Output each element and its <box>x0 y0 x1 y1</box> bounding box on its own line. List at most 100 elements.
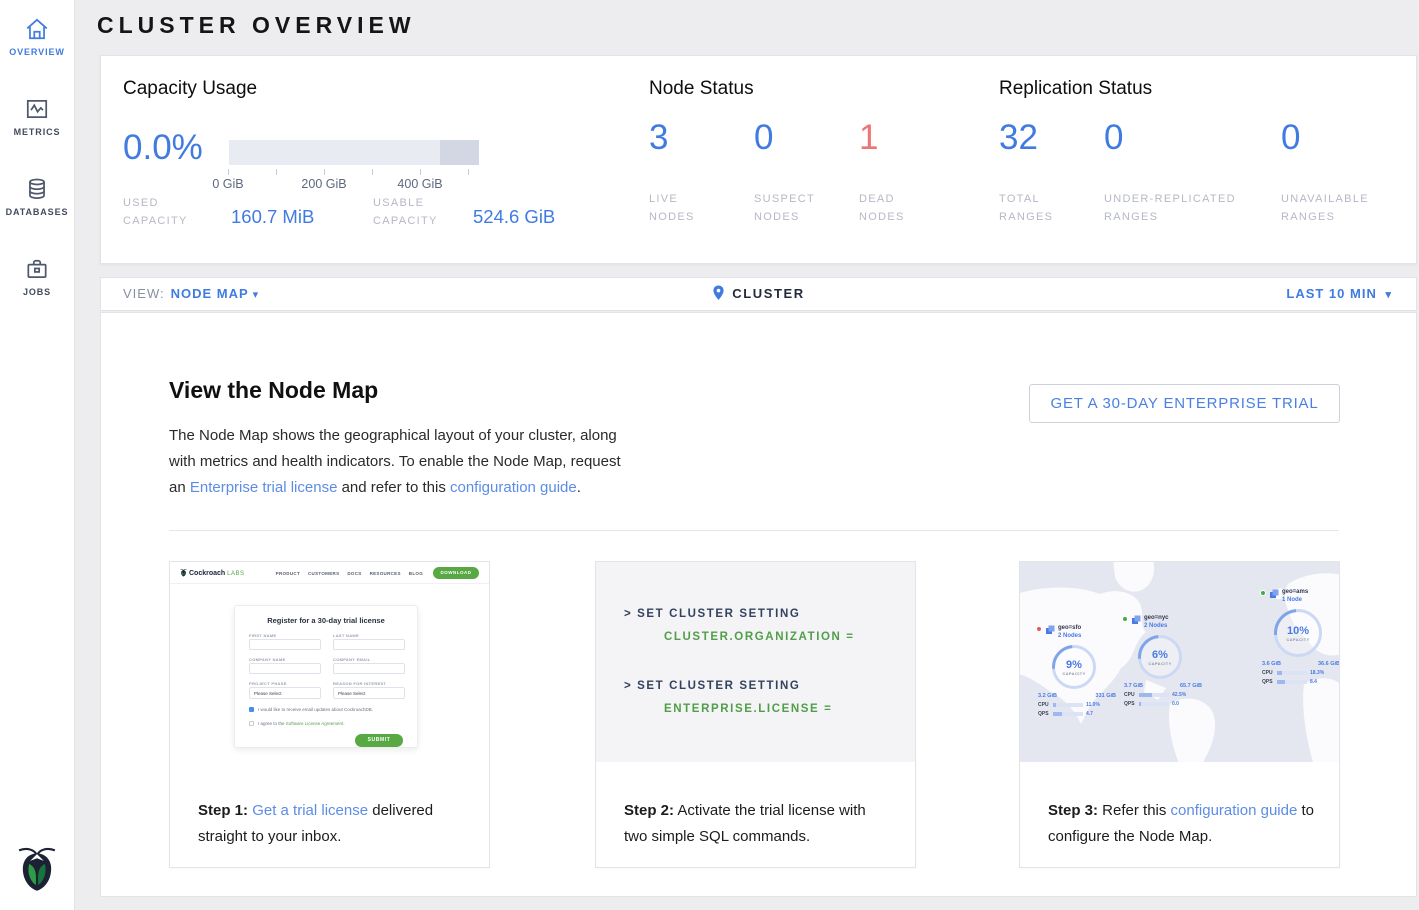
cpu-value: 42.5% <box>1172 692 1186 698</box>
cockroachdb-logo <box>16 842 58 894</box>
field-label: COMPANY EMAIL <box>333 657 371 662</box>
qps-value: 0.0 <box>1172 701 1179 707</box>
configuration-guide-link[interactable]: configuration guide <box>1171 802 1298 819</box>
dead-nodes-value: 1 <box>859 118 878 158</box>
sidebar-item-label: METRICS <box>0 127 74 137</box>
enterprise-trial-button[interactable]: GET A 30-DAY ENTERPRISE TRIAL <box>1029 384 1340 423</box>
used-capacity-value: 160.7 MiB <box>231 206 314 228</box>
sidebar-item-metrics[interactable]: METRICS <box>0 96 74 137</box>
cpu-bar <box>1277 671 1307 675</box>
nodes-cube-icon <box>1269 589 1279 599</box>
node-count: 2 Nodes <box>1058 633 1081 639</box>
field-label: FIRST NAME <box>249 633 276 638</box>
axis-tick <box>228 169 229 175</box>
suspect-nodes-label: SUSPECT NODES <box>754 190 815 226</box>
capacity-donut: 9% CAPACITY <box>1052 645 1096 689</box>
nav-item: RESOURCES <box>370 571 401 576</box>
time-range-selector[interactable]: LAST 10 MIN ▾ <box>1286 286 1392 301</box>
divider <box>169 530 1339 531</box>
live-nodes-value: 3 <box>649 118 668 158</box>
sidebar-item-label: JOBS <box>0 287 74 297</box>
reason-select: Please Select <box>333 687 405 699</box>
total-capacity: 331 GiB <box>1096 693 1116 699</box>
qps-bar <box>1053 712 1083 716</box>
view-bar: VIEW:NODE MAP▾ CLUSTER LAST 10 MIN ▾ <box>100 277 1417 311</box>
map-node-sfo: geo=sfo 2 Nodes 9% CAPACITY 3.2 GiB 331 … <box>1036 624 1124 717</box>
step-label: Step 1: <box>198 802 248 819</box>
nav-item: BLOG <box>409 571 423 576</box>
axis-tick <box>324 169 325 175</box>
node-map-panel: View the Node Map The Node Map shows the… <box>100 312 1417 897</box>
company-name-field <box>249 663 321 674</box>
cpu-bar <box>1053 703 1083 707</box>
brand-suffix: LABS <box>227 571 244 577</box>
mini-site-nav: PRODUCT CUSTOMERS DOCS RESOURCES BLOG <box>276 571 423 576</box>
qps-value: 8.4 <box>1310 679 1317 685</box>
step-label: Step 2: <box>624 802 674 819</box>
company-email-field <box>333 663 405 674</box>
suspect-nodes-value: 0 <box>754 118 773 158</box>
location-pin-icon <box>712 285 725 301</box>
replication-status-title: Replication Status <box>999 78 1152 100</box>
live-nodes-label: LIVE NODES <box>649 190 695 226</box>
enterprise-trial-license-link[interactable]: Enterprise trial license <box>190 479 338 496</box>
axis-tick-label: 0 GiB <box>212 177 243 191</box>
nav-item: CUSTOMERS <box>308 571 339 576</box>
node-map-preview: geo=sfo 2 Nodes 9% CAPACITY 3.2 GiB 331 … <box>1020 562 1339 762</box>
node-count: 1 Node <box>1282 597 1302 603</box>
cluster-summary-card: Capacity Usage 0.0% 0 GiB 200 GiB 400 Gi… <box>100 55 1417 264</box>
node-count: 2 Nodes <box>1144 623 1167 629</box>
form-title: Register for a 30-day trial license <box>235 616 417 625</box>
axis-tick-label: 200 GiB <box>301 177 346 191</box>
total-capacity: 36.6 GiB <box>1318 661 1339 667</box>
project-phase-select: Please Select <box>249 687 321 699</box>
usable-capacity-value: 524.6 GiB <box>473 206 555 228</box>
checkbox-empty-icon <box>249 721 254 726</box>
time-range-value: LAST 10 MIN <box>1286 286 1376 301</box>
qps-label: QPS <box>1262 679 1274 685</box>
software-license-link: Software License Agreement. <box>286 721 345 726</box>
axis-tick <box>372 169 373 175</box>
nodes-cube-icon <box>1131 615 1141 625</box>
step-1-card: Cockroach LABS PRODUCT CUSTOMERS DOCS RE… <box>169 561 490 868</box>
cpu-label: CPU <box>1124 692 1136 698</box>
map-node-nyc: geo=nyc 2 Nodes 6% CAPACITY 3.7 GiB 65.7… <box>1122 614 1210 707</box>
briefcase-icon <box>0 256 74 282</box>
get-trial-license-link[interactable]: Get a trial license <box>252 802 368 819</box>
nav-item: PRODUCT <box>276 571 300 576</box>
cpu-value: 11.0% <box>1086 702 1100 708</box>
node-status-title: Node Status <box>649 78 754 100</box>
usable-capacity-label: USABLE CAPACITY <box>373 194 438 230</box>
node-status-live-icon <box>1122 616 1128 622</box>
capacity-percent: 9% <box>1066 659 1082 671</box>
trial-registration-form: Register for a 30-day trial license FIRS… <box>234 605 418 748</box>
description-text: and refer to this <box>337 479 450 496</box>
sidebar-item-label: OVERVIEW <box>0 47 74 57</box>
step-2-card: > SET CLUSTER SETTING CLUSTER.ORGANIZATI… <box>595 561 916 868</box>
page-title: CLUSTER OVERVIEW <box>97 12 416 39</box>
total-capacity: 65.7 GiB <box>1180 683 1202 689</box>
sql-argument: CLUSTER.ORGANIZATION = <box>664 631 915 643</box>
capacity-donut: 10% CAPACITY <box>1274 609 1322 657</box>
axis-tick <box>420 169 421 175</box>
checkbox-checked-icon <box>249 707 254 712</box>
capacity-label: CAPACITY <box>1286 637 1309 642</box>
under-replicated-ranges-value: 0 <box>1104 118 1123 158</box>
dead-nodes-label: DEAD NODES <box>859 190 905 226</box>
sql-command: > SET CLUSTER SETTING <box>624 680 800 692</box>
chevron-down-icon: ▾ <box>1385 289 1392 301</box>
step-3-caption: Step 3: Refer this configuration guide t… <box>1048 798 1317 850</box>
configuration-guide-link[interactable]: configuration guide <box>450 479 577 496</box>
capacity-label: CAPACITY <box>1062 671 1085 676</box>
used-capacity: 3.7 GiB <box>1124 683 1143 689</box>
sidebar-item-overview[interactable]: OVERVIEW <box>0 16 74 57</box>
field-label: LAST NAME <box>333 633 359 638</box>
qps-value: 4.7 <box>1086 711 1093 717</box>
node-status-dead-icon <box>1036 626 1042 632</box>
panel-heading: View the Node Map <box>169 377 378 404</box>
field-label: PROJECT PHASE <box>249 681 287 686</box>
capacity-bar-reserved-segment <box>440 140 479 165</box>
sidebar-item-jobs[interactable]: JOBS <box>0 256 74 297</box>
sidebar-item-databases[interactable]: DATABASES <box>0 176 74 217</box>
sql-statement: > SET CLUSTER SETTING CLUSTER.ORGANIZATI… <box>624 604 915 643</box>
